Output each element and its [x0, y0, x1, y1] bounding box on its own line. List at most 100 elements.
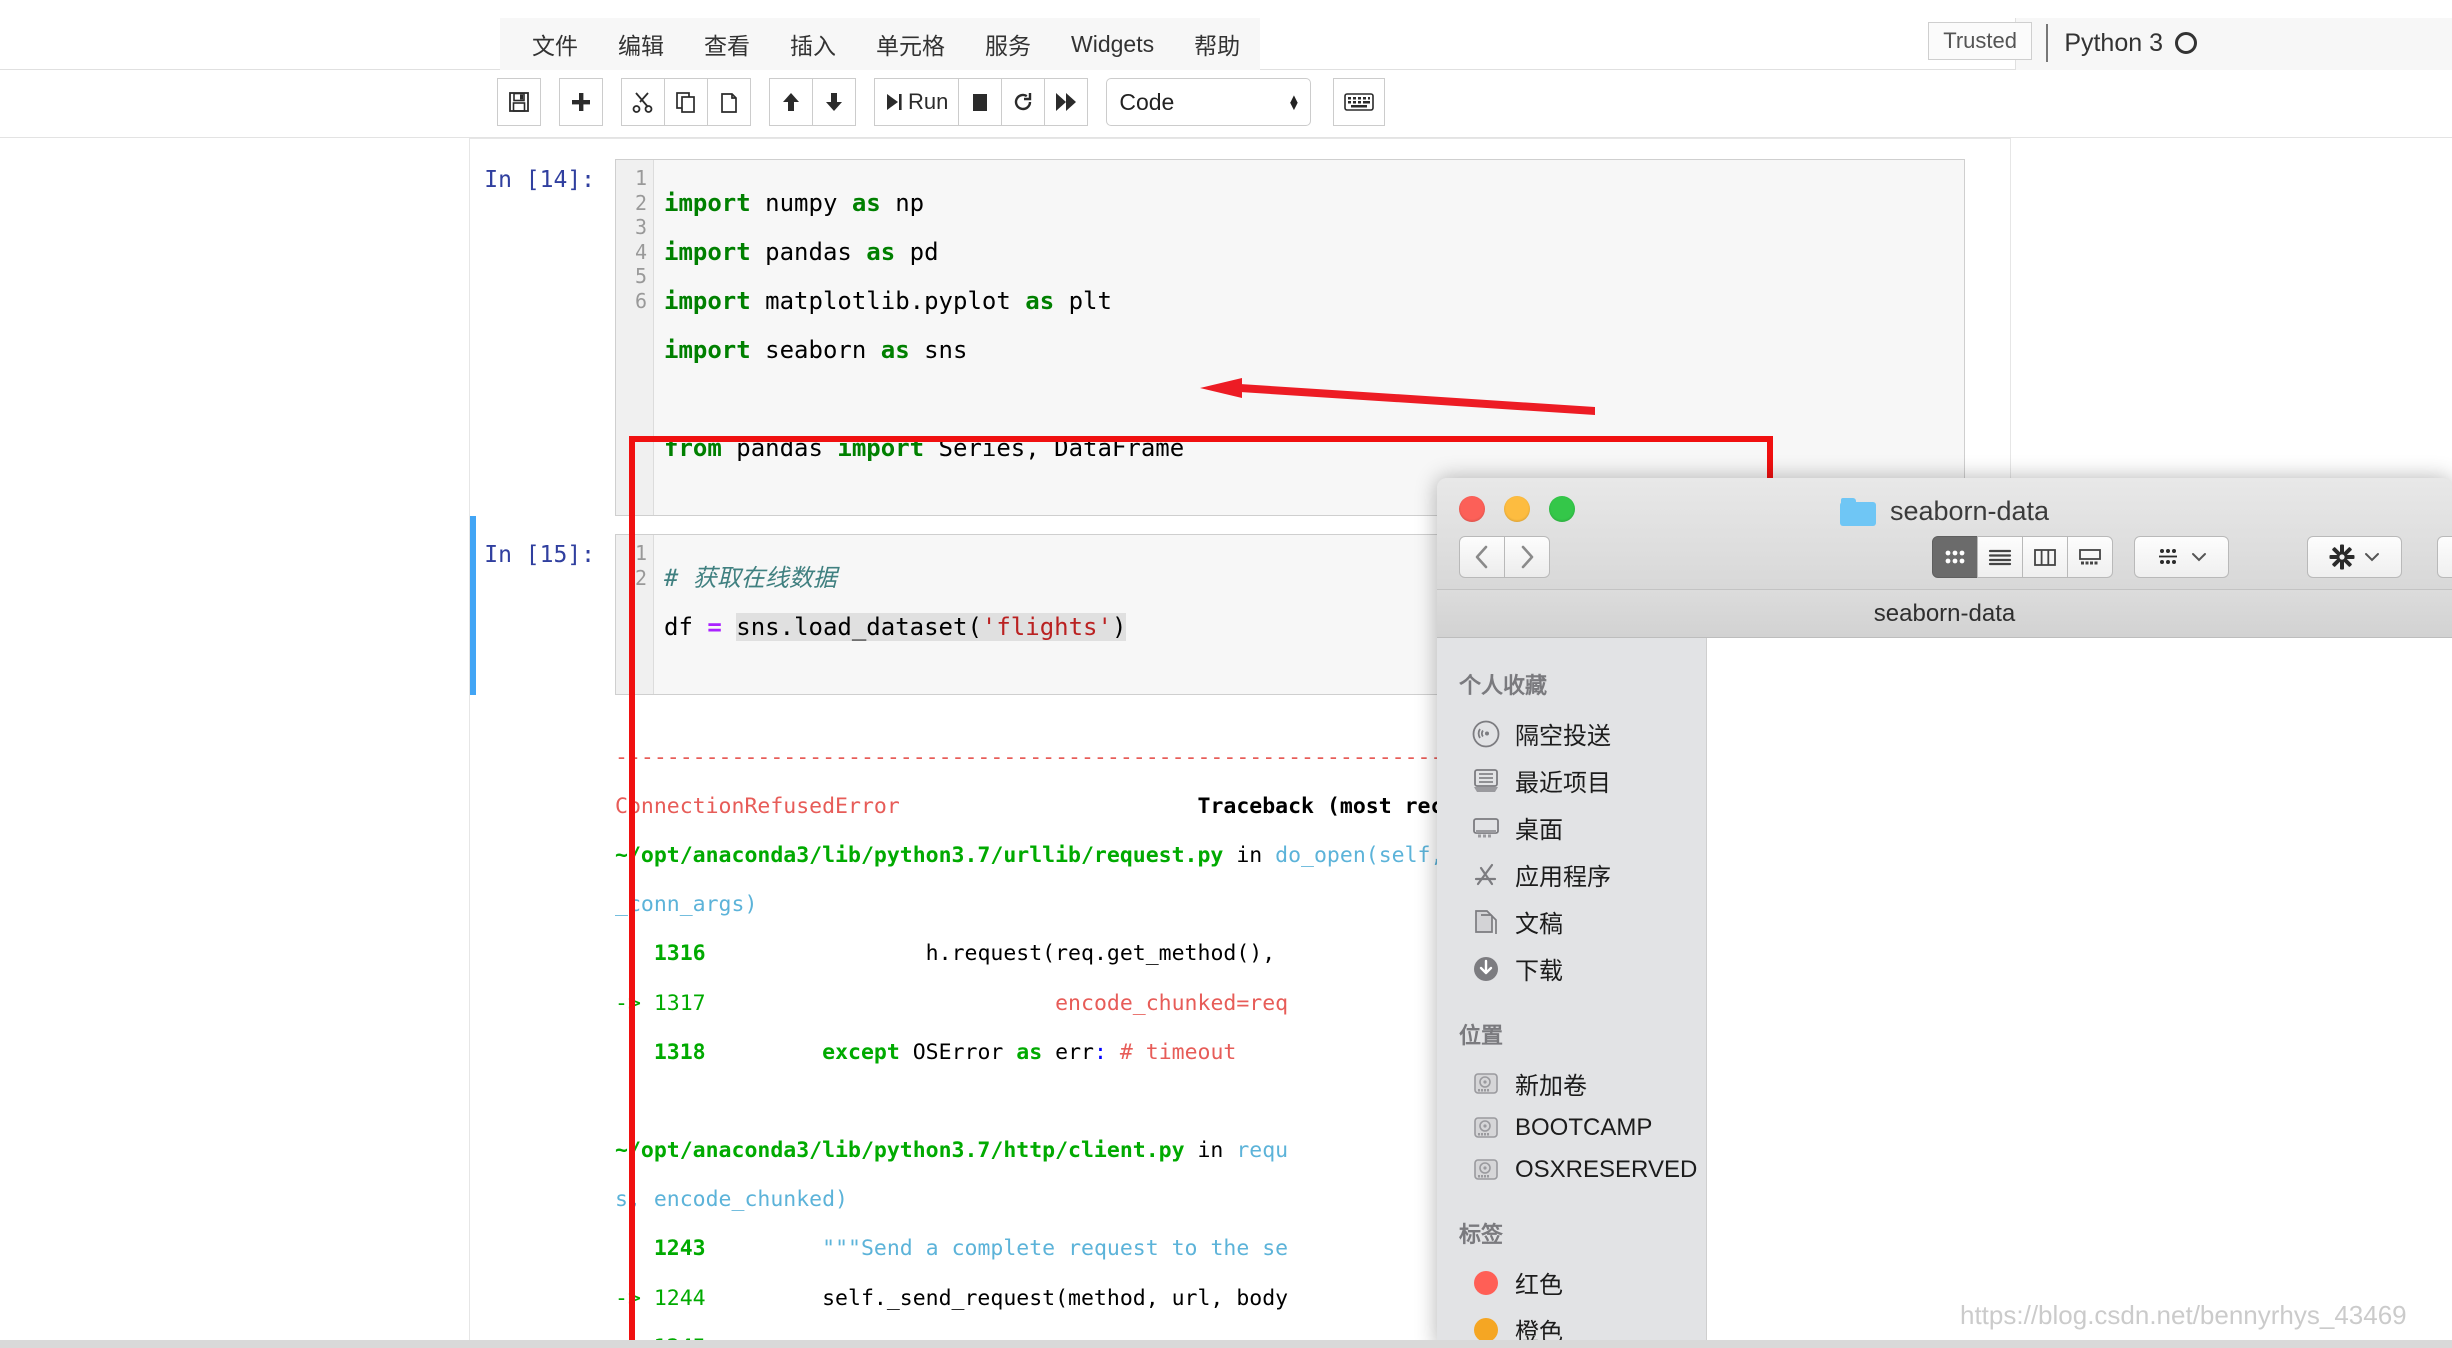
sidebar-item-tag-red[interactable]: 红色	[1437, 1259, 1706, 1306]
run-cell-button[interactable]: Run	[874, 78, 960, 126]
line-number: 1	[634, 541, 647, 565]
code-cell-1[interactable]: In [14]: 1 2 3 4 5 6 import numpy as np …	[470, 139, 2010, 516]
sidebar-item-recents[interactable]: 最近项目	[1437, 757, 1706, 804]
selected-cell-marker	[470, 516, 476, 695]
chevron-updown-icon: ▲ ▼	[1287, 91, 1301, 113]
action-menu-button[interactable]	[2307, 536, 2402, 578]
group-by-button[interactable]	[2134, 536, 2229, 578]
finder-main: 个人收藏 隔空投送 最近项目 桌面 应用程序 文稿 下载 位置 新加卷 BOOT…	[1437, 638, 2452, 1340]
sidebar-item-airdrop[interactable]: 隔空投送	[1437, 710, 1706, 757]
line-number-gutter-2: 1 2	[616, 535, 654, 694]
kernel-name-label: Python 3	[2064, 28, 2163, 57]
insert-cell-below-button[interactable]	[559, 78, 603, 126]
code-line: import numpy as np	[664, 188, 925, 217]
line-number-gutter-1: 1 2 3 4 5 6	[616, 160, 654, 515]
cut-button[interactable]	[621, 78, 665, 126]
red-tag-icon	[1471, 1268, 1501, 1298]
menu-item-widgets[interactable]: Widgets	[1051, 31, 1174, 58]
sidebar-item-osxreserved[interactable]: OSXRESERVED	[1437, 1149, 1706, 1191]
toolbar-group-run: Run	[874, 78, 1089, 126]
finder-titlebar[interactable]: seaborn-data	[1437, 478, 2452, 590]
cell-type-select[interactable]: Code ▲ ▼	[1106, 78, 1312, 126]
sidebar-item-applications[interactable]: 应用程序	[1437, 851, 1706, 898]
line-number: 3	[634, 215, 647, 239]
chevron-down-icon	[2192, 552, 2206, 561]
code-line: import seaborn as sns	[664, 335, 968, 364]
orange-tag-icon	[1471, 1315, 1501, 1340]
folder-icon	[1839, 497, 1876, 526]
sidebar-label: 隔空投送	[1515, 723, 1611, 750]
share-button[interactable]	[2437, 536, 2452, 578]
cell-source-1[interactable]: import numpy as np import pandas as pd i…	[654, 160, 1964, 515]
finder-nav-buttons	[1459, 536, 1550, 578]
toolbar-group-file	[497, 78, 541, 126]
line-number: 5	[634, 264, 647, 288]
downloads-icon	[1471, 954, 1501, 984]
error-type-label: ConnectionRefusedError	[615, 793, 900, 819]
column-view-button[interactable]	[2022, 536, 2068, 578]
restart-icon	[1015, 93, 1032, 111]
finder-file-listing[interactable]	[1707, 638, 2452, 1340]
sidebar-label: 文稿	[1515, 911, 1563, 938]
icon-view-button[interactable]	[1932, 536, 1978, 578]
forward-button[interactable]	[1504, 536, 1550, 578]
menu-item-kernel[interactable]: 服务	[965, 27, 1051, 61]
sidebar-item-bootcamp[interactable]: BOOTCAMP	[1437, 1107, 1706, 1149]
command-palette-button[interactable]	[1333, 78, 1386, 126]
menu-item-edit[interactable]: 编辑	[598, 27, 684, 61]
menu-item-insert[interactable]: 插入	[770, 27, 856, 61]
keyboard-icon	[1344, 93, 1375, 111]
sidebar-item-desktop[interactable]: 桌面	[1437, 804, 1706, 851]
plus-icon	[572, 93, 590, 111]
sidebar-item-new-volume[interactable]: 新加卷	[1437, 1060, 1706, 1107]
sidebar-item-downloads[interactable]: 下载	[1437, 945, 1706, 992]
copy-icon	[676, 92, 695, 113]
list-view-icon	[1988, 549, 2012, 566]
arrow-down-icon	[826, 93, 842, 111]
group-by-icon	[2159, 549, 2177, 564]
kernel-idle-circle-icon	[2175, 32, 2197, 54]
cell-type-value: Code	[1119, 88, 1175, 115]
move-cell-down-button[interactable]	[812, 78, 856, 126]
restart-kernel-button[interactable]	[1001, 78, 1046, 126]
arrow-up-icon	[783, 93, 799, 111]
scissors-icon	[632, 92, 653, 113]
toolbar-group-move	[769, 78, 856, 126]
gallery-view-button[interactable]	[2067, 536, 2113, 578]
menu-item-file[interactable]: 文件	[512, 27, 598, 61]
line-number: 2	[634, 190, 647, 215]
sidebar-item-documents[interactable]: 文稿	[1437, 898, 1706, 945]
menu-item-help[interactable]: 帮助	[1174, 27, 1260, 61]
toolbar-group-insert	[559, 78, 603, 126]
sidebar-header-tags: 标签	[1459, 1222, 1504, 1247]
trusted-indicator[interactable]: Trusted	[1928, 22, 2032, 60]
interrupt-kernel-button[interactable]	[958, 78, 1003, 126]
back-button[interactable]	[1459, 536, 1505, 578]
copy-button[interactable]	[664, 78, 708, 126]
sidebar-item-tag-orange[interactable]: 橙色	[1437, 1306, 1706, 1340]
finder-subbar-label: seaborn-data	[1873, 599, 2016, 627]
fast-forward-icon	[1056, 93, 1077, 111]
icon-view-icon	[1945, 550, 1965, 564]
save-button[interactable]	[497, 78, 541, 126]
finder-window[interactable]: seaborn-data seaborn-data 个人收藏 隔空投送 最近项目…	[1437, 478, 2452, 1348]
finder-sidebar: 个人收藏 隔空投送 最近项目 桌面 应用程序 文稿 下载 位置 新加卷 BOOT…	[1437, 638, 1707, 1340]
gear-icon	[2329, 544, 2355, 570]
recents-icon	[1471, 766, 1501, 796]
menu-item-view[interactable]: 查看	[684, 27, 770, 61]
restart-and-run-all-button[interactable]	[1044, 78, 1089, 126]
cell-prompt-2: In [15]:	[484, 542, 595, 568]
hard-disk-icon	[1471, 1155, 1501, 1185]
sidebar-header-favorites: 个人收藏	[1459, 673, 1548, 698]
finder-title-label: seaborn-data	[1889, 496, 2050, 526]
menu-item-cell[interactable]: 单元格	[856, 27, 965, 61]
paste-button[interactable]	[707, 78, 751, 126]
run-icon	[887, 94, 902, 110]
move-cell-up-button[interactable]	[769, 78, 813, 126]
toolbar-group-edit	[621, 78, 751, 126]
sidebar-label: OSXRESERVED	[1515, 1156, 1698, 1183]
cell-input-1[interactable]: 1 2 3 4 5 6 import numpy as np import pa…	[615, 159, 1965, 516]
list-view-button[interactable]	[1977, 536, 2023, 578]
line-number: 1	[634, 166, 647, 190]
kernel-indicator[interactable]: Python 3	[2046, 24, 2197, 62]
